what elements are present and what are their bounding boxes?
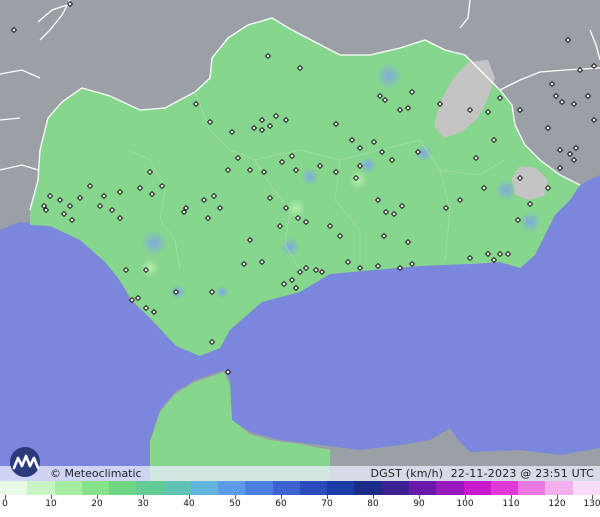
variable-label: DGST (km/h) — [370, 467, 444, 480]
scale-tick-label: 40 — [183, 499, 195, 509]
scale-swatch — [490, 481, 519, 495]
color-scale-legend: 0 10 20 30 40 50 60 70 80 90 100 110 120 130 — [0, 481, 600, 517]
color-scale-swatches — [0, 481, 600, 495]
scale-swatch — [545, 481, 573, 495]
scale-swatch — [354, 481, 382, 495]
scale-swatch — [572, 481, 600, 495]
scale-tick-label: 70 — [321, 499, 333, 509]
scale-swatch — [136, 481, 164, 495]
scale-swatch — [518, 481, 546, 495]
map-caption: DGST (km/h) 22-11-2023 @ 23:51 UTC — [371, 467, 594, 480]
scale-tick-label: 120 — [548, 499, 566, 509]
gust-spot — [215, 285, 229, 299]
scale-swatch — [299, 481, 328, 495]
scale-swatch — [27, 481, 55, 495]
calm-spot — [140, 258, 160, 278]
scale-tick-label: 10 — [45, 499, 57, 509]
gust-spot — [141, 230, 167, 256]
scale-swatch — [109, 481, 137, 495]
scale-tick-label: 0 — [2, 499, 8, 509]
scale-swatch — [54, 481, 82, 495]
gust-spot — [301, 168, 319, 186]
scale-swatch — [381, 481, 409, 495]
scale-swatch — [81, 481, 110, 495]
calm-spot — [348, 170, 368, 190]
scale-swatch — [245, 481, 273, 495]
scale-tick-label: 60 — [275, 499, 287, 509]
scale-tick-label: 90 — [413, 499, 425, 509]
map-canvas — [0, 0, 600, 481]
scale-tick-label: 20 — [91, 499, 103, 509]
scale-swatch — [408, 481, 437, 495]
scale-tick-label: 30 — [137, 499, 149, 509]
scale-swatch — [218, 481, 246, 495]
brand: © Meteoclimatic — [6, 446, 142, 480]
scale-swatch — [163, 481, 191, 495]
gust-spot — [376, 63, 402, 89]
scale-swatch — [0, 481, 28, 495]
gust-spot — [519, 211, 541, 233]
scale-swatch — [436, 481, 464, 495]
timestamp-label: 22-11-2023 @ 23:51 UTC — [450, 467, 594, 480]
gust-spot — [495, 179, 517, 201]
scale-tick-label: 80 — [367, 499, 379, 509]
scale-swatch — [327, 481, 355, 495]
scale-swatch — [272, 481, 300, 495]
scale-swatch — [463, 481, 491, 495]
weather-map: © Meteoclimatic DGST (km/h) 22-11-2023 @… — [0, 0, 600, 517]
scale-swatch — [190, 481, 219, 495]
scale-tick-label: 130 — [583, 499, 600, 509]
meteoclimatic-logo-icon — [10, 447, 40, 477]
attribution-text: © Meteoclimatic — [50, 467, 142, 480]
scale-tick-label: 100 — [456, 499, 474, 509]
scale-tick-label: 50 — [229, 499, 241, 509]
scale-tick-label: 110 — [502, 499, 520, 509]
